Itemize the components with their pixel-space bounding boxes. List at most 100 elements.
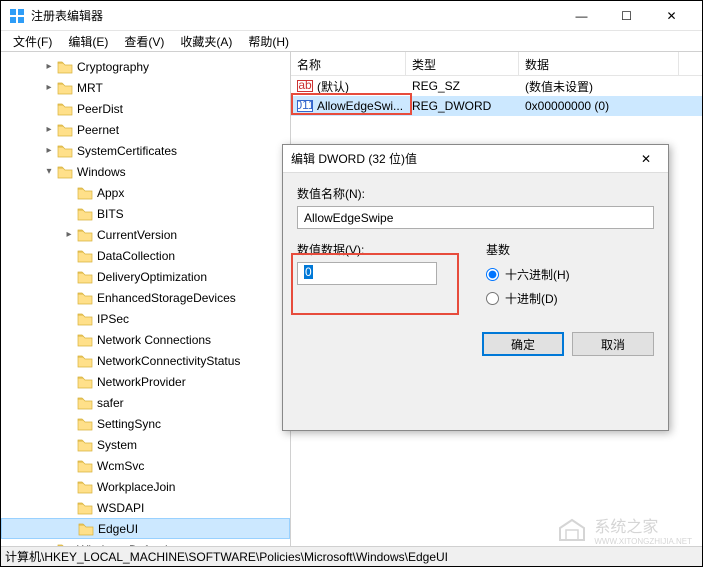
- tree-label: EnhancedStorageDevices: [97, 291, 236, 305]
- tree-label: System: [97, 438, 137, 452]
- ok-button[interactable]: 确定: [482, 332, 564, 356]
- tree-label: WorkplaceJoin: [97, 480, 175, 494]
- expander-icon[interactable]: [61, 248, 77, 264]
- expander-icon[interactable]: [62, 521, 78, 537]
- maximize-button[interactable]: ☐: [604, 2, 649, 30]
- cell-type: REG_SZ: [412, 79, 460, 93]
- col-type[interactable]: 类型: [406, 52, 519, 75]
- window-title: 注册表编辑器: [31, 7, 559, 24]
- expander-icon[interactable]: [61, 437, 77, 453]
- dialog-buttons: 确定 取消: [283, 322, 668, 366]
- expander-icon[interactable]: [61, 395, 77, 411]
- menu-view[interactable]: 查看(V): [116, 31, 172, 52]
- tree-label: WcmSvc: [97, 459, 144, 473]
- edit-dword-dialog: 编辑 DWORD (32 位)值 ✕ 数值名称(N): 数值数据(V): 0 基…: [282, 144, 669, 431]
- registry-tree[interactable]: ▸Cryptography▸MRT PeerDist ▸ Peernet ▸ System…: [1, 54, 290, 547]
- tree-node[interactable]: ▸ Peernet: [1, 119, 290, 140]
- tree-node[interactable]: EdgeUI: [1, 518, 290, 539]
- expander-icon[interactable]: [61, 458, 77, 474]
- tree-node[interactable]: DeliveryOptimization: [1, 266, 290, 287]
- col-data[interactable]: 数据: [519, 52, 679, 75]
- tree-node[interactable]: safer: [1, 392, 290, 413]
- tree-label: safer: [97, 396, 124, 410]
- menu-favorites[interactable]: 收藏夹(A): [172, 31, 240, 52]
- menu-edit[interactable]: 编辑(E): [60, 31, 116, 52]
- radio-dec-input[interactable]: [486, 292, 499, 305]
- tree-node[interactable]: EnhancedStorageDevices: [1, 287, 290, 308]
- tree-node[interactable]: WcmSvc: [1, 455, 290, 476]
- menu-help[interactable]: 帮助(H): [240, 31, 297, 52]
- statusbar: 计算机\HKEY_LOCAL_MACHINE\SOFTWARE\Policies…: [1, 546, 702, 566]
- radio-hex[interactable]: 十六进制(H): [486, 262, 654, 286]
- tree-node[interactable]: System: [1, 434, 290, 455]
- tree-label: SystemCertificates: [77, 144, 177, 158]
- expander-icon[interactable]: ▸: [41, 143, 57, 159]
- list-header: 名称 类型 数据: [291, 52, 702, 76]
- window-controls: — ☐ ✕: [559, 2, 694, 30]
- tree-node[interactable]: PeerDist: [1, 98, 290, 119]
- app-icon: [9, 8, 25, 24]
- expander-icon[interactable]: [61, 185, 77, 201]
- tree-label: CurrentVersion: [97, 228, 177, 242]
- tree-label: WSDAPI: [97, 501, 144, 515]
- expander-icon[interactable]: [61, 206, 77, 222]
- tree-node[interactable]: ▸ SystemCertificates: [1, 140, 290, 161]
- expander-icon[interactable]: ▸: [41, 122, 57, 138]
- tree-label: Windows: [77, 165, 126, 179]
- tree-node[interactable]: DataCollection: [1, 245, 290, 266]
- expander-icon[interactable]: ▾: [41, 164, 57, 180]
- radio-hex-input[interactable]: [486, 268, 499, 281]
- expander-icon[interactable]: [61, 353, 77, 369]
- expander-icon[interactable]: ▸: [41, 59, 57, 75]
- expander-icon[interactable]: [41, 101, 57, 117]
- tree-panel[interactable]: ▸Cryptography▸MRT PeerDist ▸ Peernet ▸ System…: [1, 52, 291, 547]
- tree-label: NetworkConnectivityStatus: [97, 354, 240, 368]
- expander-icon[interactable]: [61, 500, 77, 516]
- menu-file[interactable]: 文件(F): [5, 31, 60, 52]
- expander-icon[interactable]: [61, 374, 77, 390]
- tree-label: PeerDist: [77, 102, 123, 116]
- expander-icon[interactable]: [61, 269, 77, 285]
- tree-label: SettingSync: [97, 417, 161, 431]
- base-radio-group: 十六进制(H) 十进制(D): [486, 262, 654, 310]
- tree-label: Peernet: [77, 123, 119, 137]
- expander-icon[interactable]: [61, 416, 77, 432]
- expander-icon[interactable]: ▸: [61, 227, 77, 243]
- tree-label: Appx: [97, 186, 124, 200]
- cancel-button[interactable]: 取消: [572, 332, 654, 356]
- expander-icon[interactable]: [61, 332, 77, 348]
- expander-icon[interactable]: ▸: [41, 80, 57, 96]
- tree-label: Network Connections: [97, 333, 211, 347]
- tree-node[interactable]: Appx: [1, 182, 290, 203]
- expander-icon[interactable]: [61, 311, 77, 327]
- tree-node[interactable]: Network Connections: [1, 329, 290, 350]
- value-name-input[interactable]: [297, 206, 654, 229]
- radio-dec[interactable]: 十进制(D): [486, 286, 654, 310]
- tree-node[interactable]: NetworkConnectivityStatus: [1, 350, 290, 371]
- expander-icon[interactable]: [61, 479, 77, 495]
- tree-node[interactable]: ▸ CurrentVersion: [1, 224, 290, 245]
- dialog-title: 编辑 DWORD (32 位)值: [291, 150, 632, 167]
- tree-node[interactable]: SettingSync: [1, 413, 290, 434]
- tree-node[interactable]: IPSec: [1, 308, 290, 329]
- radio-dec-label: 十进制(D): [505, 290, 558, 307]
- expander-icon[interactable]: [61, 290, 77, 306]
- svg-text:ab: ab: [298, 79, 312, 92]
- dialog-titlebar[interactable]: 编辑 DWORD (32 位)值 ✕: [283, 145, 668, 173]
- status-path: 计算机\HKEY_LOCAL_MACHINE\SOFTWARE\Policies…: [5, 548, 448, 565]
- titlebar: 注册表编辑器 — ☐ ✕: [1, 1, 702, 31]
- cell-data: (数值未设置): [525, 78, 593, 95]
- dialog-close-button[interactable]: ✕: [632, 146, 660, 172]
- tree-node[interactable]: WorkplaceJoin: [1, 476, 290, 497]
- col-name[interactable]: 名称: [291, 52, 406, 75]
- minimize-button[interactable]: —: [559, 2, 604, 30]
- tree-node[interactable]: ▸Cryptography: [1, 56, 290, 77]
- tree-label: BITS: [97, 207, 124, 221]
- tree-node[interactable]: ▸MRT: [1, 77, 290, 98]
- tree-label: EdgeUI: [98, 522, 138, 536]
- tree-node[interactable]: ▾ Windows: [1, 161, 290, 182]
- tree-node[interactable]: WSDAPI: [1, 497, 290, 518]
- tree-node[interactable]: NetworkProvider: [1, 371, 290, 392]
- close-button[interactable]: ✕: [649, 2, 694, 30]
- tree-node[interactable]: BITS: [1, 203, 290, 224]
